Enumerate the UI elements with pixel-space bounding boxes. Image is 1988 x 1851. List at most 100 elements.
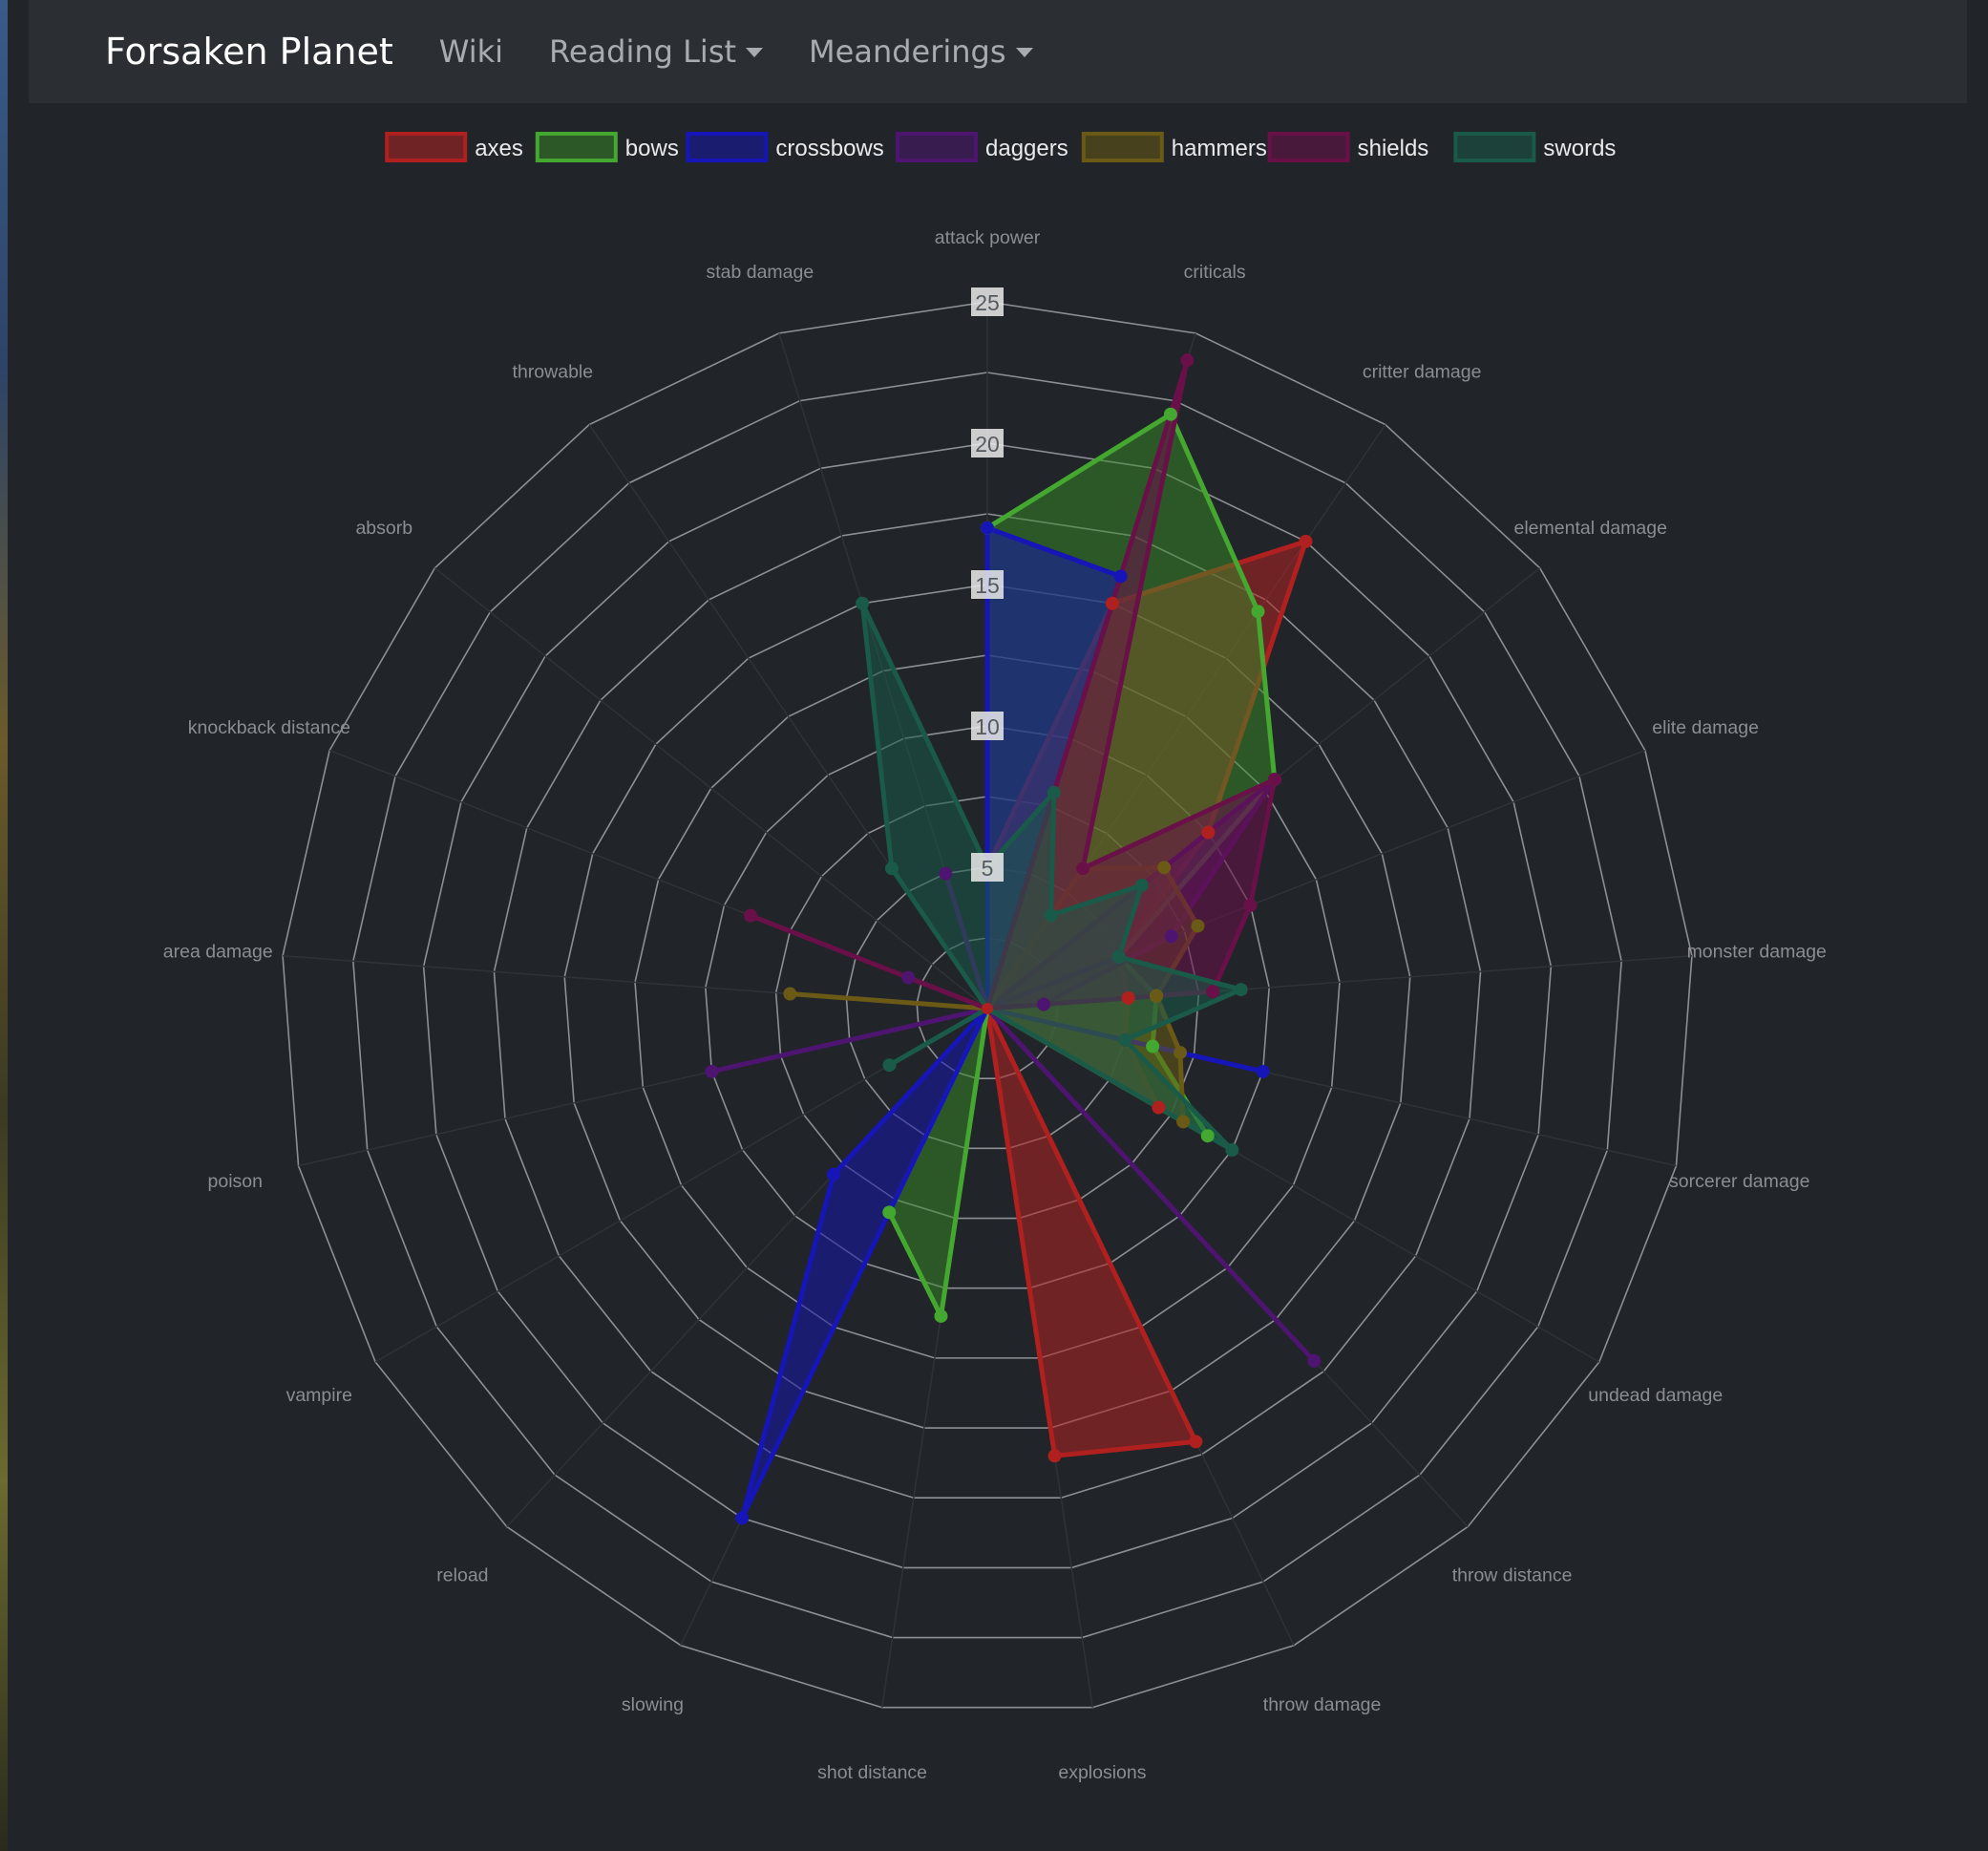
caret-down-icon xyxy=(1015,48,1033,57)
data-point-axes xyxy=(1299,534,1313,548)
tick-label: 5 xyxy=(982,856,994,881)
legend-swatch xyxy=(1081,132,1164,162)
legend-item-bows[interactable]: bows xyxy=(535,132,679,162)
data-point-shields xyxy=(1076,862,1090,876)
axis-label: undead damage xyxy=(1588,1385,1723,1406)
data-point-swords xyxy=(1118,1032,1132,1047)
data-point-axes xyxy=(1105,596,1119,610)
axis-label: elite damage xyxy=(1652,717,1759,738)
data-point-hammers xyxy=(1150,989,1164,1003)
data-point-hammers xyxy=(1191,919,1205,933)
data-point-swords xyxy=(1225,1143,1239,1157)
nav-link-wiki-label: Wiki xyxy=(438,33,504,70)
axis-label: attack power xyxy=(935,227,1041,248)
legend-swatch xyxy=(896,132,978,162)
data-point-crossbows xyxy=(826,1167,840,1181)
legend-label: swords xyxy=(1543,136,1616,161)
axis-label: absorb xyxy=(355,518,412,539)
data-point-swords xyxy=(1111,949,1126,964)
legend-swatch xyxy=(686,132,769,162)
data-point-shields xyxy=(1206,985,1220,999)
axis-label: reload xyxy=(436,1564,488,1585)
data-point-swords xyxy=(882,1058,897,1073)
data-point-bows xyxy=(1146,1039,1160,1053)
data-point-bows xyxy=(1200,1129,1215,1143)
data-point-axes xyxy=(1047,1449,1062,1463)
legend-item-swords[interactable]: swords xyxy=(1453,132,1616,162)
legend-label: axes xyxy=(475,136,523,161)
data-point-shields xyxy=(1267,773,1281,787)
data-point-swords xyxy=(1044,908,1058,923)
legend-swatch xyxy=(385,132,468,162)
data-point-daggers xyxy=(1037,997,1051,1011)
legend-item-daggers[interactable]: daggers xyxy=(896,132,1068,162)
data-point-crossbows xyxy=(981,521,994,535)
data-point-swords xyxy=(884,862,899,876)
axis-label: throw distance xyxy=(1452,1564,1573,1585)
nav-dropdown-meanderings-label: Meanderings xyxy=(809,33,1006,70)
axis-label: shot distance xyxy=(817,1762,927,1783)
legend-item-hammers[interactable]: hammers xyxy=(1081,132,1267,162)
data-point-shields xyxy=(1180,353,1195,368)
legend-swatch xyxy=(1453,132,1536,162)
legend-label: daggers xyxy=(985,136,1068,161)
nav-dropdown-reading-list[interactable]: Reading List xyxy=(549,33,764,70)
caret-down-icon xyxy=(746,48,764,57)
data-point-axes xyxy=(1152,1100,1166,1115)
axis-label: critter damage xyxy=(1363,361,1482,382)
data-point-bows xyxy=(1251,605,1265,619)
brand-link[interactable]: Forsaken Planet xyxy=(105,31,393,73)
legend: axes bows crossbows daggers hammers shields sw… xyxy=(385,132,1616,162)
navbar: Forsaken Planet Wiki Reading List Meande… xyxy=(29,0,1967,103)
tick-label: 25 xyxy=(975,290,1000,315)
data-point-axes xyxy=(1189,1435,1203,1449)
legend-label: hammers xyxy=(1172,136,1267,161)
data-point-center xyxy=(982,1003,993,1014)
axis-label: throwable xyxy=(513,361,594,382)
data-point-hammers xyxy=(783,987,797,1001)
axis-label: poison xyxy=(208,1171,263,1192)
legend-swatch xyxy=(1267,132,1350,162)
data-point-daggers xyxy=(1307,1353,1322,1368)
data-point-swords xyxy=(856,596,870,610)
data-point-shields xyxy=(744,908,758,923)
data-point-bows xyxy=(1163,407,1177,421)
legend-item-axes[interactable]: axes xyxy=(385,132,523,162)
axis-label: slowing xyxy=(622,1694,684,1715)
data-point-daggers xyxy=(705,1064,719,1078)
legend-label: bows xyxy=(625,136,679,161)
data-point-bows xyxy=(934,1308,948,1323)
data-point-axes xyxy=(1121,990,1135,1005)
data-point-daggers xyxy=(939,866,953,881)
axis-label: monster damage xyxy=(1687,942,1827,963)
data-point-shields xyxy=(1243,898,1258,912)
radar-chart: 5 10 15 20 25 attack power criticals critter da… xyxy=(163,132,1827,1783)
axis-label: vampire xyxy=(286,1385,352,1406)
legend-label: shields xyxy=(1358,136,1429,161)
nav-link-wiki[interactable]: Wiki xyxy=(439,33,503,70)
data-point-hammers xyxy=(1157,861,1172,875)
axis-label: knockback distance xyxy=(188,717,350,738)
axis-label: sorcerer damage xyxy=(1669,1171,1809,1192)
data-point-daggers xyxy=(901,970,916,985)
data-point-crossbows xyxy=(1256,1064,1270,1078)
nav-dropdown-meanderings[interactable]: Meanderings xyxy=(809,33,1033,70)
data-point-daggers xyxy=(1164,929,1178,944)
tick-label: 10 xyxy=(975,714,1000,739)
legend-swatch xyxy=(535,132,618,162)
axis-label: criticals xyxy=(1184,262,1246,283)
data-point-swords xyxy=(1234,983,1248,997)
data-point-crossbows xyxy=(735,1511,750,1525)
axis-label: throw damage xyxy=(1263,1694,1382,1715)
legend-item-shields[interactable]: shields xyxy=(1267,132,1429,162)
nav-dropdown-reading-list-label: Reading List xyxy=(549,33,737,70)
data-point-swords xyxy=(1134,878,1149,892)
axis-label: elemental damage xyxy=(1514,518,1667,539)
data-point-hammers xyxy=(1176,1115,1191,1129)
legend-item-crossbows[interactable]: crossbows xyxy=(686,132,884,162)
axis-label: stab damage xyxy=(706,262,814,283)
radar-series-group xyxy=(705,353,1322,1525)
tick-label: 20 xyxy=(975,432,1000,457)
data-point-swords xyxy=(1047,785,1061,799)
data-point-bows xyxy=(882,1205,897,1220)
